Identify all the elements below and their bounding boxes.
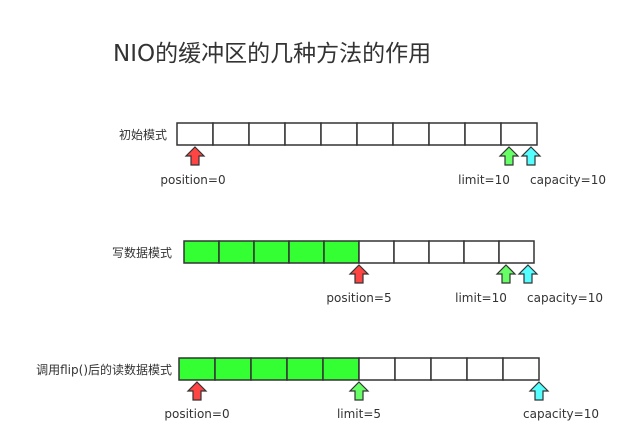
limit-arrow-icon: [495, 264, 517, 284]
buffer-cell-filled: [183, 240, 220, 264]
position-label: position=0: [164, 407, 229, 421]
buffer-cell-filled: [322, 357, 360, 381]
limit-arrow-icon: [348, 381, 370, 401]
limit-label: limit=5: [337, 407, 381, 421]
row-label: 初始模式: [119, 128, 167, 142]
capacity-label: capacity=10: [523, 407, 599, 421]
buffer-cell-empty: [394, 357, 432, 381]
buffer-diagram: 初始模式 position=0 limit=10 capacity=10 写数据模式 po…: [36, 122, 606, 421]
buffer-cell-empty: [428, 122, 466, 146]
buffer-cell-empty: [393, 240, 430, 264]
buffer-cell-empty: [320, 122, 358, 146]
position-label: position=5: [326, 291, 391, 305]
buffer-cell-filled: [218, 240, 255, 264]
buffer-cell-empty: [284, 122, 322, 146]
buffer-row: 初始模式 position=0 limit=10 capacity=10: [119, 122, 606, 187]
buffer-cell-filled: [253, 240, 290, 264]
buffer-cell-empty: [464, 122, 502, 146]
buffer-cell-empty: [463, 240, 500, 264]
buffer-cell-filled: [178, 357, 216, 381]
limit-label: limit=10: [455, 291, 507, 305]
position-arrow-icon: [348, 264, 370, 284]
buffer-cell-empty: [356, 122, 394, 146]
buffer-cell-empty: [176, 122, 214, 146]
row-label: 调用flip()后的读数据模式: [36, 362, 172, 377]
buffer-cell-empty: [502, 357, 540, 381]
capacity-label: capacity=10: [527, 291, 603, 305]
buffer-cell-empty: [430, 357, 468, 381]
capacity-arrow-icon: [517, 264, 539, 284]
position-arrow-icon: [186, 381, 208, 401]
position-label: position=0: [160, 173, 225, 187]
buffer-cell-filled: [250, 357, 288, 381]
limit-label: limit=10: [458, 173, 510, 187]
buffer-row: 写数据模式 position=5 limit=10 capacity=10: [112, 240, 603, 305]
buffer-row: 调用flip()后的读数据模式 position=0 limit=5 capacity…: [36, 357, 599, 421]
buffer-cell-empty: [428, 240, 465, 264]
diagram-canvas: NIO的缓冲区的几种方法的作用 初始模式 position=0 limit=10 ca…: [0, 0, 631, 446]
buffer-cell-empty: [500, 122, 538, 146]
buffer-cell-filled: [286, 357, 324, 381]
capacity-arrow-icon: [528, 381, 550, 401]
buffer-cell-filled: [288, 240, 325, 264]
buffer-cell-empty: [466, 357, 504, 381]
buffer-cell-empty: [392, 122, 430, 146]
row-label: 写数据模式: [112, 245, 172, 260]
limit-arrow-icon: [498, 146, 520, 166]
capacity-label: capacity=10: [530, 173, 606, 187]
position-arrow-icon: [184, 146, 206, 166]
buffer-cell-filled: [214, 357, 252, 381]
buffer-cell-empty: [212, 122, 250, 146]
capacity-arrow-icon: [520, 146, 542, 166]
buffer-cell-empty: [498, 240, 535, 264]
buffer-cell-empty: [248, 122, 286, 146]
buffer-cell-empty: [358, 240, 395, 264]
buffer-cell-empty: [358, 357, 396, 381]
buffer-cell-filled: [323, 240, 360, 264]
